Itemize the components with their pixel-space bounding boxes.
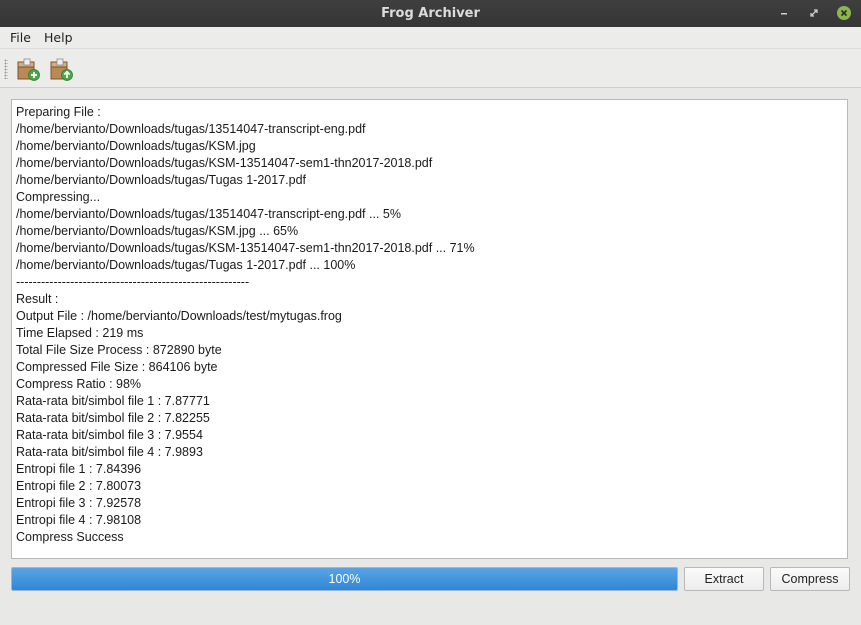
log-line: Entropi file 4 : 7.98108 xyxy=(16,513,142,527)
log-line: /home/bervianto/Downloads/tugas/Tugas 1-… xyxy=(16,173,306,187)
log-line: Entropi file 1 : 7.84396 xyxy=(16,462,142,476)
log-line: /home/bervianto/Downloads/tugas/13514047… xyxy=(16,122,366,136)
log-line: /home/bervianto/Downloads/tugas/KSM-1351… xyxy=(16,241,475,255)
log-line: Entropi file 2 : 7.80073 xyxy=(16,479,142,493)
log-line: Time Elapsed : 219 ms xyxy=(16,326,144,340)
extract-button[interactable]: Extract xyxy=(684,567,764,591)
log-line: Compress Ratio : 98% xyxy=(16,377,142,391)
log-line: Total File Size Process : 872890 byte xyxy=(16,343,222,357)
log-line: /home/bervianto/Downloads/tugas/KSM-1351… xyxy=(16,156,433,170)
menu-file[interactable]: File xyxy=(10,30,31,45)
window-title: Frog Archiver xyxy=(381,6,480,21)
log-line: Output File : /home/bervianto/Downloads/… xyxy=(16,309,342,323)
log-line: Result : xyxy=(16,292,59,306)
compress-button[interactable]: Compress xyxy=(770,567,850,591)
restore-icon[interactable] xyxy=(806,5,822,21)
toolbar xyxy=(0,48,861,88)
progress-bar: 100% xyxy=(11,567,678,591)
log-line: /home/bervianto/Downloads/tugas/KSM.jpg … xyxy=(16,224,299,238)
output-log[interactable]: Preparing File : /home/bervianto/Download… xyxy=(11,99,848,559)
title-bar: Frog Archiver xyxy=(0,0,861,27)
log-line: Compressed File Size : 864106 byte xyxy=(16,360,218,374)
log-line: Rata-rata bit/simbol file 2 : 7.82255 xyxy=(16,411,210,425)
minimize-icon[interactable] xyxy=(776,5,792,21)
log-line: /home/bervianto/Downloads/tugas/13514047… xyxy=(16,207,401,221)
log-line: /home/bervianto/Downloads/tugas/KSM.jpg xyxy=(16,139,256,153)
log-line: Rata-rata bit/simbol file 1 : 7.87771 xyxy=(16,394,210,408)
toolbar-grip-handle[interactable] xyxy=(4,59,8,79)
log-line: Preparing File : xyxy=(16,105,101,119)
log-line: Rata-rata bit/simbol file 4 : 7.9893 xyxy=(16,445,203,459)
log-line: Compress Success xyxy=(16,530,124,544)
log-line: /home/bervianto/Downloads/tugas/Tugas 1-… xyxy=(16,258,356,272)
extract-archive-icon[interactable] xyxy=(47,54,75,82)
menu-help[interactable]: Help xyxy=(44,30,73,45)
close-icon[interactable] xyxy=(836,5,852,21)
log-line: Compressing... xyxy=(16,190,101,204)
log-line: Entropi file 3 : 7.92578 xyxy=(16,496,142,510)
log-line: ----------------------------------------… xyxy=(16,275,250,289)
menu-bar: File Help xyxy=(0,27,861,48)
progress-label: 100% xyxy=(328,572,361,586)
log-line: Rata-rata bit/simbol file 3 : 7.9554 xyxy=(16,428,203,442)
add-archive-icon[interactable] xyxy=(14,54,42,82)
